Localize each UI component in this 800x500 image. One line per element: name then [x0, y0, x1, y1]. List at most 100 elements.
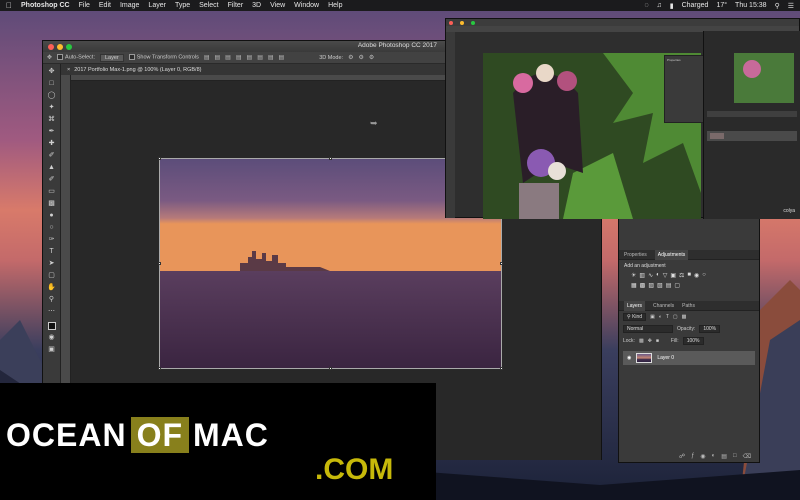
menu-list-icon[interactable]: ☰ — [788, 2, 794, 10]
lock-all-icon[interactable]: ■ — [656, 338, 659, 344]
folder-icon[interactable]: ▤ — [721, 453, 727, 460]
history-brush-icon[interactable]: ✐ — [47, 176, 57, 184]
minimize-button[interactable] — [57, 43, 63, 50]
3d-roll-icon[interactable]: ⚙ — [358, 54, 363, 61]
3d-orbit-icon[interactable]: ⚙ — [348, 54, 353, 61]
invert-icon[interactable]: ▩ — [640, 282, 646, 289]
auto-select-dropdown[interactable]: Layer — [100, 53, 124, 62]
zoom-icon[interactable]: ⚲ — [47, 296, 57, 304]
curves-icon[interactable]: ∿ — [648, 272, 653, 279]
mask-icon[interactable]: ◉ — [700, 453, 705, 460]
transform-handle-ml[interactable] — [158, 262, 161, 265]
trash-icon[interactable]: ⌫ — [743, 453, 751, 460]
apple-icon[interactable]:  — [6, 1, 12, 10]
layer-row[interactable]: ◉ Layer 0 — [623, 351, 755, 365]
filter-smart-icon[interactable]: ▩ — [682, 314, 687, 320]
menu-type[interactable]: Type — [175, 2, 190, 9]
quick-mask-icon[interactable]: ◉ — [47, 334, 57, 342]
align-bottom-icon[interactable]: ▤ — [225, 54, 231, 61]
fx-icon[interactable]: ƒ — [691, 453, 694, 460]
transform-handle-tc[interactable] — [329, 157, 332, 160]
move-icon[interactable]: ✥ — [47, 68, 57, 76]
lock-pixels-icon[interactable]: ▩ — [639, 338, 644, 344]
filter-type-icon[interactable]: T — [666, 314, 669, 320]
selective-color-icon[interactable]: ▢ — [674, 282, 680, 289]
zoom-button[interactable] — [66, 43, 72, 50]
marquee-icon[interactable]: □ — [47, 80, 57, 88]
wifi-icon[interactable]: ◌ — [644, 2, 648, 9]
volume-icon[interactable]: ♫ — [656, 2, 661, 9]
menu-help[interactable]: Help — [328, 2, 342, 9]
link-icon[interactable]: ☍ — [679, 453, 685, 460]
type-icon[interactable]: T — [47, 248, 57, 256]
menu-window[interactable]: Window — [294, 2, 319, 9]
foreground-color-swatch[interactable] — [47, 322, 56, 330]
threshold-icon[interactable]: ▧ — [657, 282, 663, 289]
menu-layer[interactable]: Layer — [148, 2, 166, 9]
lock-position-icon[interactable]: ✥ — [648, 338, 652, 344]
hue-sat-icon[interactable]: ▣ — [670, 272, 676, 279]
align-top-icon[interactable]: ▤ — [204, 54, 210, 61]
more-tools-icon[interactable]: ⋯ — [47, 308, 57, 316]
menu-3d[interactable]: 3D — [252, 2, 261, 9]
menu-select[interactable]: Select — [199, 2, 218, 9]
zoom-button-2[interactable] — [471, 20, 475, 25]
battery-status[interactable]: Charged — [682, 2, 709, 9]
eyedropper-icon[interactable]: ✒ — [47, 128, 57, 136]
clock[interactable]: Thu 15:38 — [735, 2, 767, 9]
channel-mixer-icon[interactable]: ○ — [702, 272, 706, 279]
distribute-icon[interactable]: ▤ — [268, 54, 274, 61]
filter-pixel-icon[interactable]: ▣ — [650, 314, 655, 320]
new-adjustment-icon[interactable]: ◐ — [712, 453, 716, 460]
close-button-2[interactable] — [449, 20, 453, 25]
stamp-icon[interactable]: ▲ — [47, 164, 57, 172]
menu-view[interactable]: View — [270, 2, 285, 9]
align-left-icon[interactable]: ▤ — [236, 54, 242, 61]
show-transform-checkbox[interactable] — [128, 54, 135, 61]
hand-icon[interactable]: ✋ — [47, 284, 57, 292]
layer-kind-filter[interactable]: ⚲ Kind — [623, 313, 647, 321]
pen-icon[interactable]: ✑ — [47, 236, 57, 244]
blend-mode-dropdown[interactable]: Normal — [623, 325, 673, 333]
move-tool-icon[interactable]: ✥ — [47, 54, 52, 61]
align-center-icon[interactable]: ▤ — [247, 54, 253, 61]
tab-layers[interactable]: Layers — [624, 300, 646, 311]
exposure-icon[interactable]: ◐ — [656, 272, 660, 279]
gradient-map-icon[interactable]: ▤ — [666, 282, 672, 289]
tab-close-icon[interactable]: × — [67, 67, 70, 73]
brightness-icon[interactable]: ☀ — [631, 272, 636, 279]
menu-filter[interactable]: Filter — [228, 2, 244, 9]
filter-shape-icon[interactable]: ▢ — [673, 314, 678, 320]
align-middle-icon[interactable]: ▤ — [215, 54, 221, 61]
eraser-icon[interactable]: ▭ — [47, 188, 57, 196]
opacity-input[interactable]: 100% — [699, 325, 721, 333]
menu-edit[interactable]: Edit — [99, 2, 111, 9]
transform-handle-mr[interactable] — [500, 262, 503, 265]
gradient-icon[interactable]: ▩ — [47, 200, 57, 208]
lasso-icon[interactable]: ◯ — [47, 92, 57, 100]
quick-select-icon[interactable]: ✦ — [47, 104, 57, 112]
transform-handle-tl[interactable] — [158, 157, 161, 160]
layer-name[interactable]: Layer 0 — [657, 355, 674, 361]
tab-adjustments[interactable]: Adjustments — [654, 249, 689, 260]
posterize-icon[interactable]: ▨ — [648, 282, 654, 289]
path-select-icon[interactable]: ➤ — [47, 260, 57, 268]
tab-channels[interactable]: Channels — [653, 303, 674, 309]
tab-properties[interactable]: Properties — [624, 252, 647, 258]
visibility-eye-icon[interactable]: ◉ — [627, 355, 631, 361]
align-right-icon[interactable]: ▤ — [257, 54, 263, 61]
menu-image[interactable]: Image — [120, 2, 139, 9]
transform-handle-br[interactable] — [500, 367, 503, 370]
screen-mode-icon[interactable]: ▣ — [47, 346, 57, 354]
color-balance-icon[interactable]: ⚖ — [679, 272, 684, 279]
transform-handle-bl[interactable] — [158, 367, 161, 370]
healing-icon[interactable]: ✚ — [47, 140, 57, 148]
black-white-icon[interactable]: ■ — [687, 272, 691, 279]
vibrance-icon[interactable]: ▽ — [663, 272, 668, 279]
menubar-app-name[interactable]: Photoshop CC — [21, 2, 70, 9]
battery-icon[interactable]: ▮ — [670, 2, 674, 10]
menu-file[interactable]: File — [79, 2, 90, 9]
brush-icon[interactable]: ✐ — [47, 152, 57, 160]
blur-icon[interactable]: ● — [47, 212, 57, 220]
color-lookup-icon[interactable]: ▦ — [631, 282, 637, 289]
